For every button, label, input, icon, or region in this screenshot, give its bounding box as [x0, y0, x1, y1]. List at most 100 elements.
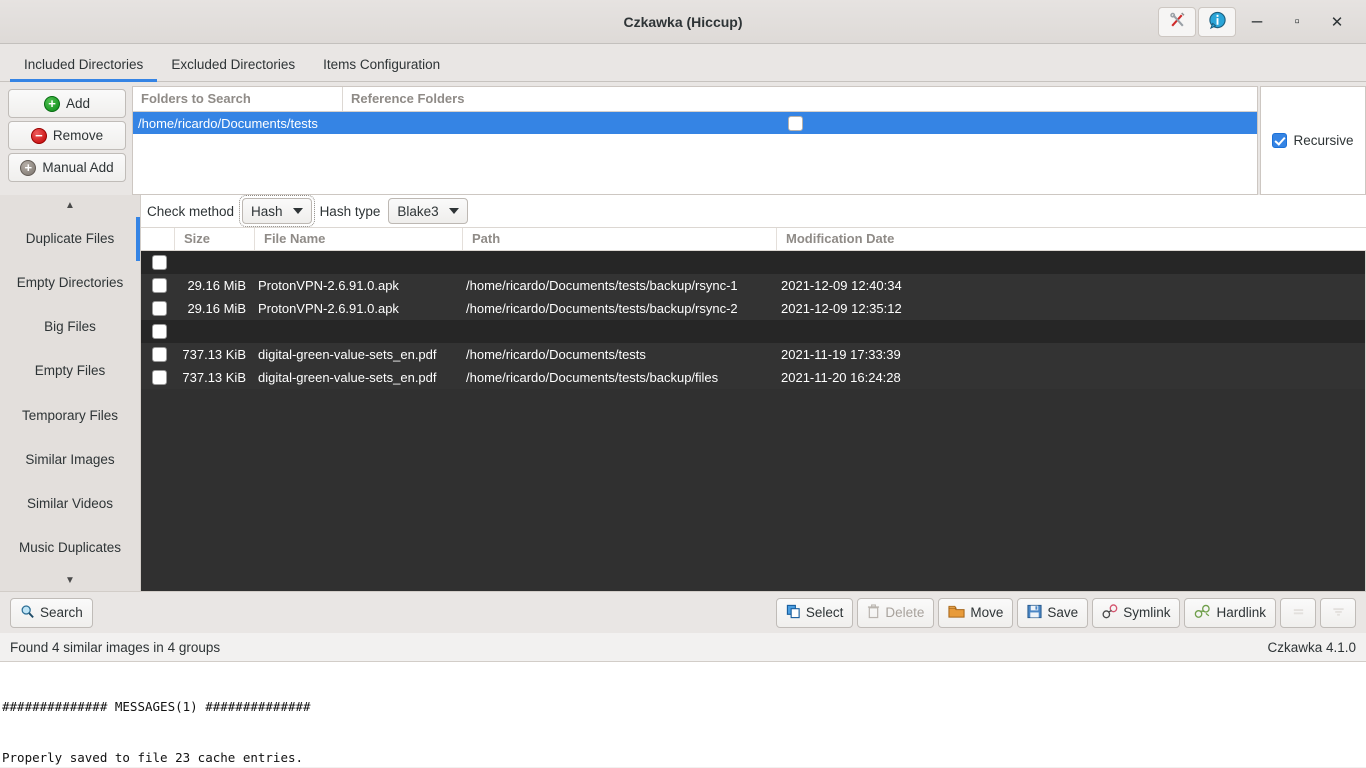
list-lines-down-button[interactable] — [1320, 597, 1356, 628]
sidebar-item-big-files[interactable]: Big Files — [0, 305, 140, 349]
sidebar-item-label: Empty Files — [34, 363, 106, 379]
row-path: /home/ricardo/Documents/tests/backup/fil… — [466, 370, 719, 385]
row-checkbox[interactable] — [152, 324, 167, 339]
folders-header: Folders to Search Reference Folders — [133, 87, 1257, 112]
log-line: ############## MESSAGES(1) #############… — [2, 699, 311, 714]
trash-icon — [867, 603, 880, 622]
save-label: Save — [1047, 605, 1079, 620]
row-date: 2021-12-09 12:40:34 — [781, 278, 902, 293]
sidebar-item-empty-files[interactable]: Empty Files — [0, 349, 140, 393]
column-header-checkbox[interactable] — [141, 228, 175, 250]
column-header-file-name[interactable]: File Name — [255, 228, 463, 250]
log-line: Properly saved to file 23 cache entries. — [2, 750, 304, 765]
table-row[interactable] — [141, 251, 1365, 274]
directories-section: + Add − Remove + Manual Add Folders to S… — [0, 82, 1366, 195]
row-checkbox-cell[interactable] — [141, 370, 175, 385]
manual-add-label: Manual Add — [42, 160, 114, 175]
row-file-name: ProtonVPN-2.6.91.0.apk — [258, 278, 399, 293]
chevron-down-icon: ▼ — [65, 574, 75, 586]
table-row[interactable]: 737.13 KiB digital-green-value-sets_en.p… — [141, 366, 1365, 389]
row-date: 2021-11-20 16:24:28 — [781, 370, 901, 385]
hardlink-label: Hardlink — [1216, 605, 1266, 620]
row-file-name: digital-green-value-sets_en.pdf — [258, 370, 437, 385]
log-output[interactable]: ############## MESSAGES(1) #############… — [0, 661, 1366, 767]
table-row[interactable]: 29.16 MiB ProtonVPN-2.6.91.0.apk /home/r… — [141, 297, 1365, 320]
hash-type-label: Hash type — [319, 203, 381, 219]
about-button[interactable] — [1198, 6, 1236, 37]
select-button[interactable]: Select — [775, 597, 854, 628]
sidebar-item-duplicate-files[interactable]: Duplicate Files — [0, 216, 140, 261]
check-method-dropdown[interactable]: Hash — [239, 195, 315, 227]
sidebar-item-similar-images[interactable]: Similar Images — [0, 437, 140, 481]
save-button[interactable]: Save — [1017, 597, 1089, 628]
row-checkbox-cell[interactable] — [141, 255, 175, 270]
add-directory-button[interactable]: + Add — [8, 89, 126, 118]
sidebar-item-label: Duplicate Files — [25, 231, 115, 247]
folders-panel: Folders to Search Reference Folders /hom… — [132, 86, 1258, 195]
table-row[interactable]: 29.16 MiB ProtonVPN-2.6.91.0.apk /home/r… — [141, 274, 1365, 297]
magnifier-icon — [20, 604, 35, 622]
table-row[interactable] — [141, 320, 1365, 343]
symlink-button[interactable]: Symlink — [1092, 597, 1181, 628]
delete-label: Delete — [885, 605, 925, 620]
tab-included-directories[interactable]: Included Directories — [10, 51, 158, 82]
sidebar-item-similar-videos[interactable]: Similar Videos — [0, 481, 140, 525]
check-method-value: Hash — [251, 203, 283, 219]
row-checkbox-cell[interactable] — [141, 324, 175, 339]
action-buttons: Select Delete Move Save Symlink Hardlink — [775, 597, 1356, 628]
sidebar-item-label: Music Duplicates — [18, 539, 122, 555]
row-date: 2021-11-19 17:33:39 — [781, 347, 901, 362]
list-lines-button[interactable] — [1280, 597, 1316, 628]
select-copy-icon — [786, 604, 801, 622]
reference-folders-header: Reference Folders — [351, 91, 465, 106]
manual-add-directory-button[interactable]: + Manual Add — [8, 153, 126, 182]
hardlink-button[interactable]: Hardlink — [1184, 597, 1276, 628]
row-checkbox[interactable] — [152, 278, 167, 293]
results-table-header: Size File Name Path Modification Date — [141, 227, 1366, 251]
recursive-option[interactable]: Recursive — [1260, 86, 1366, 195]
close-button[interactable]: ✕ — [1318, 6, 1356, 38]
sidebar-item-empty-directories[interactable]: Empty Directories — [0, 261, 140, 305]
chevron-up-icon: ▲ — [65, 200, 75, 212]
row-checkbox[interactable] — [152, 255, 167, 270]
tab-excluded-directories[interactable]: Excluded Directories — [157, 51, 309, 82]
column-header-modification-date[interactable]: Modification Date — [777, 228, 1366, 250]
info-icon — [1208, 11, 1227, 33]
row-checkbox-cell[interactable] — [141, 347, 175, 362]
hash-type-dropdown[interactable]: Blake3 — [388, 198, 468, 224]
sidebar-scroll-up-button[interactable]: ▲ — [0, 195, 140, 217]
sidebar-item-temporary-files[interactable]: Temporary Files — [0, 393, 140, 437]
remove-directory-button[interactable]: − Remove — [8, 121, 126, 150]
action-bar: Search Select Delete Move Save Symlink H… — [0, 591, 1366, 633]
minimize-button[interactable]: – — [1238, 6, 1276, 38]
tools-button[interactable] — [1158, 6, 1196, 37]
folders-to-search-header: Folders to Search — [133, 87, 343, 111]
delete-button[interactable]: Delete — [857, 597, 935, 628]
row-checkbox[interactable] — [152, 370, 167, 385]
add-label: Add — [65, 96, 91, 111]
tab-items-configuration[interactable]: Items Configuration — [309, 51, 454, 82]
maximize-button[interactable]: ▫ — [1278, 6, 1316, 38]
search-button[interactable]: Search — [10, 597, 93, 628]
folder-row[interactable]: /home/ricardo/Documents/tests — [133, 112, 1257, 134]
move-button[interactable]: Move — [938, 597, 1014, 628]
check-method-label: Check method — [147, 203, 235, 219]
sidebar-scroll-down-button[interactable]: ▼ — [0, 569, 140, 591]
row-checkbox[interactable] — [152, 301, 167, 316]
titlebar-controls: – ▫ ✕ — [1158, 6, 1366, 38]
row-checkbox-cell[interactable] — [141, 301, 175, 316]
row-checkbox-cell[interactable] — [141, 278, 175, 293]
column-header-path[interactable]: Path — [463, 228, 777, 250]
row-checkbox[interactable] — [152, 347, 167, 362]
reference-folder-checkbox[interactable] — [788, 115, 803, 131]
column-header-size[interactable]: Size — [175, 228, 255, 250]
table-row[interactable]: 737.13 KiB digital-green-value-sets_en.p… — [141, 343, 1365, 366]
row-path: /home/ricardo/Documents/tests — [466, 347, 646, 362]
hash-type-value: Blake3 — [397, 203, 439, 219]
sidebar-item-music-duplicates[interactable]: Music Duplicates — [0, 525, 140, 569]
hardlink-chain-icon — [1194, 604, 1211, 622]
sidebar-item-label: Big Files — [44, 319, 96, 335]
row-size: 737.13 KiB — [182, 347, 246, 362]
recursive-checkbox[interactable] — [1272, 133, 1288, 148]
sidebar-item-label: Temporary Files — [21, 407, 119, 423]
